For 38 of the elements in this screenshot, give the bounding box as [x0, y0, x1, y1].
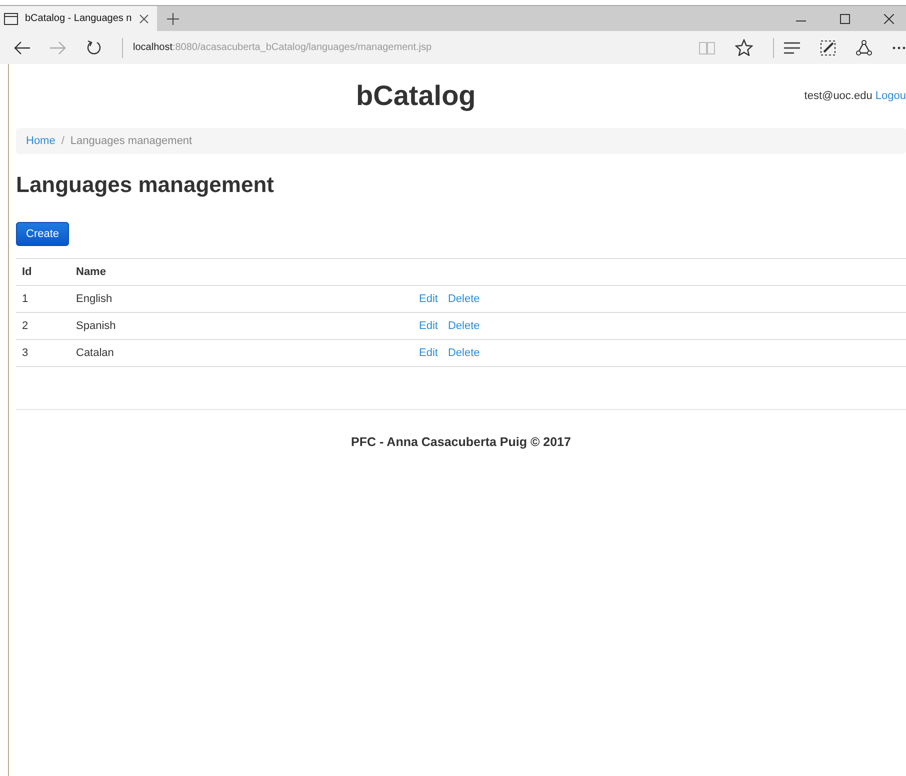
breadcrumb-link[interactable]: Home	[26, 135, 56, 147]
edit-link[interactable]: Edit	[419, 320, 438, 332]
refresh-icon[interactable]	[86, 40, 102, 56]
maximize-icon[interactable]	[840, 14, 850, 24]
edit-link[interactable]: Edit	[419, 293, 438, 305]
more-icon[interactable]	[892, 46, 906, 50]
column-header: Id	[22, 266, 33, 278]
delete-link[interactable]: Delete	[448, 347, 480, 359]
close-icon[interactable]	[138, 14, 149, 24]
table-cell-text: Catalan	[76, 347, 115, 359]
back-arrow-icon[interactable]	[14, 40, 30, 54]
logout-link[interactable]: Logou	[875, 90, 906, 102]
page-title: Languages management	[16, 171, 275, 199]
footer-text: PFC - Anna Casacuberta Puig © 2017	[351, 435, 571, 449]
menu-icon[interactable]	[784, 42, 800, 54]
share-icon[interactable]	[856, 40, 872, 56]
tab-title: bCatalog - Languages n	[25, 13, 132, 24]
table-cell-text: English	[76, 293, 114, 305]
breadcrumb-separator: /	[61, 135, 64, 147]
star-icon[interactable]	[735, 39, 753, 56]
table-cell-text: 2	[22, 320, 30, 332]
browser-tab[interactable]: bCatalog - Languages n	[0, 6, 157, 31]
site-title: bCatalog	[356, 80, 476, 112]
user-email: test@uoc.edu	[804, 90, 872, 102]
close-icon[interactable]	[884, 14, 894, 24]
pen-icon[interactable]	[820, 40, 836, 56]
window-icon	[4, 12, 18, 24]
column-header: Name	[76, 266, 107, 278]
delete-link[interactable]: Delete	[448, 320, 480, 332]
create-button[interactable]: Create	[16, 222, 70, 246]
edit-link[interactable]: Edit	[419, 347, 438, 359]
table-cell-text: 3	[22, 347, 30, 359]
table-cell-text: 1	[22, 293, 30, 305]
breadcrumb-current: Languages management	[70, 135, 192, 147]
plus-icon[interactable]	[166, 12, 179, 24]
delete-link[interactable]: Delete	[448, 293, 480, 305]
table-cell-text: Spanish	[76, 320, 117, 332]
address-field[interactable]: localhost:8080/acasacuberta_bCatalog/languages/management.jsp	[133, 42, 432, 53]
